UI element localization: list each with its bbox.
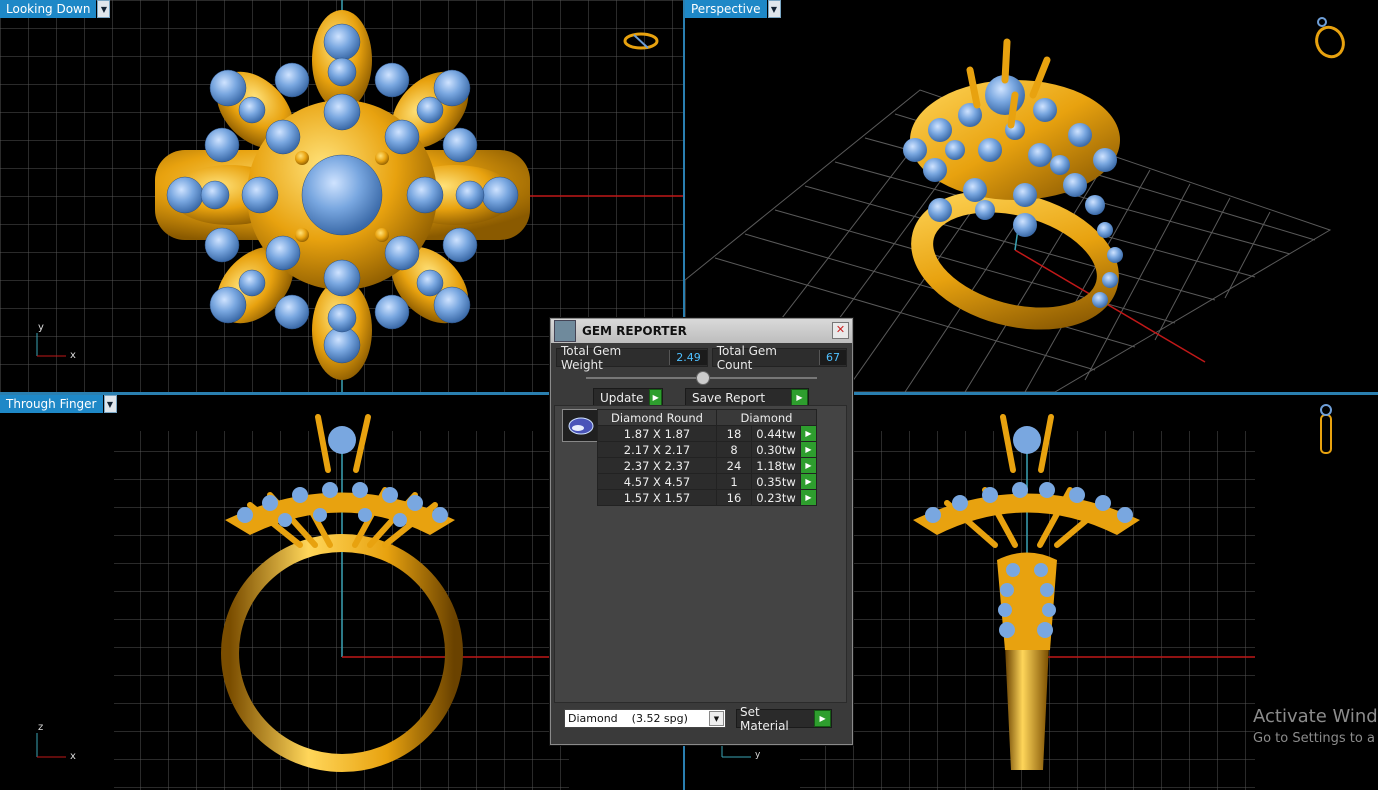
table-row[interactable]: 1.87 X 1.87 18 0.44tw ▶ <box>597 425 817 442</box>
view-ring-icon <box>1320 404 1332 454</box>
gem-count: 16 <box>716 489 752 506</box>
total-gem-count-label: Total Gem Count <box>716 343 777 372</box>
svg-text:z: z <box>38 722 43 733</box>
row-action[interactable]: ▶ <box>800 473 817 490</box>
svg-text:x: x <box>70 350 76 361</box>
gem-weight: 0.44tw <box>751 425 801 442</box>
svg-text:x: x <box>70 751 76 762</box>
play-icon[interactable]: ▶ <box>791 389 808 406</box>
gem-count: 24 <box>716 457 752 474</box>
gem-table: Diamond Round Diamond 1.87 X 1.87 18 0.44t… <box>597 409 817 506</box>
viewport-menu[interactable]: Through Finger ▼ <box>0 395 117 413</box>
dialog-titlebar[interactable]: GEM REPORTER ✕ <box>551 319 852 343</box>
row-action[interactable]: ▶ <box>800 489 817 506</box>
gem-size: 2.37 X 2.37 <box>597 457 717 474</box>
gem-size: 1.57 X 1.57 <box>597 489 717 506</box>
col-header-shape: Diamond Round <box>597 409 717 426</box>
material-select-value: Diamond (3.52 spg) <box>568 712 688 725</box>
table-row[interactable]: 2.17 X 2.17 8 0.30tw ▶ <box>597 441 817 458</box>
table-row[interactable]: 1.57 X 1.57 16 0.23tw ▶ <box>597 489 817 506</box>
gem-size: 4.57 X 4.57 <box>597 473 717 490</box>
save-report-label: Save Report <box>692 390 766 405</box>
chevron-down-icon[interactable]: ▼ <box>97 0 111 18</box>
viewport-title: Through Finger <box>0 395 103 413</box>
close-icon[interactable]: ✕ <box>832 322 849 339</box>
table-row[interactable]: 2.37 X 2.37 24 1.18tw ▶ <box>597 457 817 474</box>
update-label: Update <box>600 390 644 405</box>
chevron-down-icon[interactable]: ▼ <box>767 0 781 18</box>
gem-count: 1 <box>716 473 752 490</box>
gem-size: 2.17 X 2.17 <box>597 441 717 458</box>
viewport-title: Perspective <box>685 0 767 18</box>
row-action[interactable]: ▶ <box>800 441 817 458</box>
material-select[interactable]: Diamond (3.52 spg) ▼ <box>564 709 726 728</box>
play-icon[interactable]: ▶ <box>801 442 816 457</box>
total-gem-weight: Total Gem Weight 2.49 <box>556 344 708 372</box>
total-gem-weight-value: 2.49 <box>669 350 707 365</box>
panel-splitter[interactable] <box>586 371 817 385</box>
gem-count: 18 <box>716 425 752 442</box>
axis-label: y <box>755 750 761 760</box>
dialog-title: GEM REPORTER <box>582 324 687 338</box>
gem-thumbnail-icon[interactable] <box>562 409 599 442</box>
col-header-material: Diamond <box>716 409 817 426</box>
total-gem-count: Total Gem Count 67 <box>711 344 847 372</box>
gem-weight: 0.30tw <box>751 441 801 458</box>
gem-count: 8 <box>716 441 752 458</box>
watermark-activate: Activate Wind <box>1253 706 1378 727</box>
set-material-button[interactable]: Set Material ▶ <box>736 705 832 733</box>
play-icon[interactable]: ▶ <box>814 710 831 727</box>
gem-reporter-icon <box>554 320 576 342</box>
set-material-label: Set Material <box>740 704 789 733</box>
play-icon[interactable]: ▶ <box>801 426 816 441</box>
play-icon[interactable]: ▶ <box>801 458 816 473</box>
total-gem-count-value: 67 <box>819 350 846 365</box>
chevron-down-icon[interactable]: ▼ <box>103 395 117 413</box>
gem-weight: 0.23tw <box>751 489 801 506</box>
play-icon[interactable]: ▶ <box>801 490 816 505</box>
row-action[interactable]: ▶ <box>800 457 817 474</box>
svg-text:y: y <box>38 322 44 333</box>
viewport-title: Looking Down <box>0 0 97 18</box>
table-row[interactable]: 4.57 X 4.57 1 0.35tw ▶ <box>597 473 817 490</box>
gem-reporter-dialog[interactable]: GEM REPORTER ✕ Total Gem Weight 2.49 Tot… <box>550 318 853 745</box>
total-gem-weight-label: Total Gem Weight <box>561 343 622 372</box>
view-ring-icon <box>1315 17 1345 59</box>
viewport-menu[interactable]: Looking Down ▼ <box>0 0 111 18</box>
gem-report-list[interactable]: Diamond Round Diamond 1.87 X 1.87 18 0.44t… <box>554 405 847 703</box>
row-action[interactable]: ▶ <box>800 425 817 442</box>
play-icon[interactable]: ▶ <box>649 389 662 406</box>
viewport-menu[interactable]: Perspective ▼ <box>685 0 781 18</box>
play-icon[interactable]: ▶ <box>801 474 816 489</box>
gem-size: 1.87 X 1.87 <box>597 425 717 442</box>
gem-weight: 1.18tw <box>751 457 801 474</box>
gem-weight: 0.35tw <box>751 473 801 490</box>
watermark-settings: Go to Settings to a <box>1253 731 1375 746</box>
chevron-down-icon[interactable]: ▼ <box>709 711 724 726</box>
splitter-handle[interactable] <box>695 371 710 385</box>
